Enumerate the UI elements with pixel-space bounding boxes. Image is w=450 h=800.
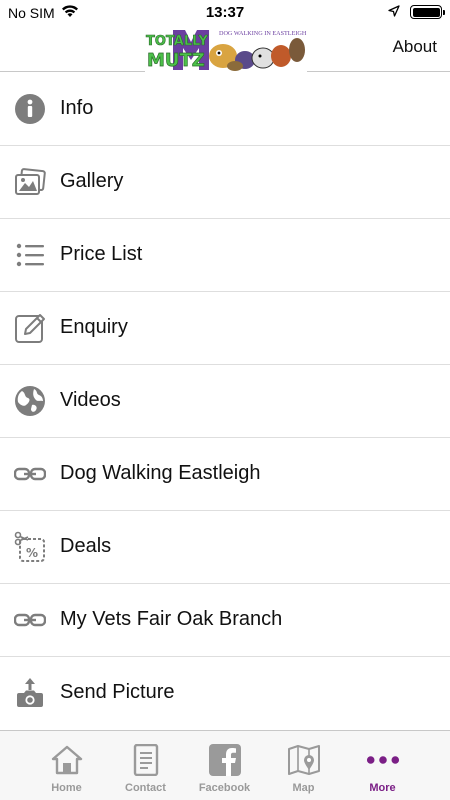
logo-tagline: DOG WALKING IN EASTLEIGH bbox=[219, 30, 307, 37]
tab-home[interactable]: Home bbox=[27, 731, 106, 800]
edit-icon bbox=[14, 312, 46, 344]
link-icon bbox=[14, 458, 46, 490]
status-left: No SIM bbox=[8, 4, 79, 21]
status-right bbox=[388, 4, 445, 20]
menu-item-price-list[interactable]: Price List bbox=[0, 219, 450, 292]
tab-bar: Home Contact Facebook Map More bbox=[0, 730, 450, 800]
home-icon bbox=[50, 743, 84, 777]
menu-item-enquiry[interactable]: Enquiry bbox=[0, 292, 450, 365]
more-icon bbox=[366, 743, 400, 777]
tab-more[interactable]: More bbox=[343, 731, 422, 800]
tab-label: Facebook bbox=[198, 782, 251, 794]
tab-label: Home bbox=[51, 782, 82, 794]
tab-label: Map bbox=[292, 782, 315, 794]
menu-item-label: Price List bbox=[60, 243, 143, 265]
menu-item-label: Gallery bbox=[60, 170, 124, 192]
map-icon bbox=[287, 743, 321, 777]
battery-icon bbox=[410, 5, 445, 19]
menu-item-label: Send Picture bbox=[60, 681, 175, 703]
list-icon bbox=[14, 239, 46, 271]
carrier-label: No SIM bbox=[8, 4, 55, 21]
menu-item-my-vets-fair-oak[interactable]: My Vets Fair Oak Branch bbox=[0, 584, 450, 657]
menu-item-label: Dog Walking Eastleigh bbox=[60, 462, 261, 484]
status-bar: No SIM 13:37 bbox=[0, 0, 450, 24]
wifi-icon bbox=[61, 4, 79, 21]
menu-item-dog-walking-eastleigh[interactable]: Dog Walking Eastleigh bbox=[0, 438, 450, 511]
logo-text-bottom: MUTZ bbox=[147, 50, 205, 71]
menu-item-label: My Vets Fair Oak Branch bbox=[60, 608, 283, 630]
tab-facebook[interactable]: Facebook bbox=[185, 731, 264, 800]
tab-label: More bbox=[369, 782, 396, 794]
tab-map[interactable]: Map bbox=[264, 731, 343, 800]
location-arrow-icon bbox=[388, 4, 400, 20]
menu-item-videos[interactable]: Videos bbox=[0, 365, 450, 438]
menu-item-label: Info bbox=[60, 97, 94, 119]
gallery-icon bbox=[14, 166, 46, 198]
facebook-icon bbox=[208, 743, 242, 777]
tab-label: Contact bbox=[125, 782, 166, 794]
nav-bar: DOG WALKING IN EASTLEIGH TOTALLY MUTZ Ab… bbox=[0, 24, 450, 72]
menu-item-label: Videos bbox=[60, 389, 121, 411]
svg-text:%: % bbox=[26, 546, 38, 560]
coupon-icon: % bbox=[14, 531, 46, 563]
tab-group: Home Contact Facebook Map More bbox=[27, 731, 422, 800]
camera-upload-icon bbox=[14, 677, 46, 709]
logo-text-top: TOTALLY bbox=[146, 34, 208, 49]
menu-item-gallery[interactable]: Gallery bbox=[0, 146, 450, 219]
menu-item-send-picture[interactable]: Send Picture bbox=[0, 657, 450, 730]
tab-contact[interactable]: Contact bbox=[106, 731, 185, 800]
contact-icon bbox=[129, 743, 163, 777]
menu-item-label: Deals bbox=[60, 535, 112, 557]
info-icon bbox=[14, 93, 46, 125]
app-logo: DOG WALKING IN EASTLEIGH TOTALLY MUTZ bbox=[145, 26, 307, 72]
menu-item-info[interactable]: Info bbox=[0, 73, 450, 146]
link-icon bbox=[14, 604, 46, 636]
more-menu-list: Info Gallery Price List Enquiry Videos D… bbox=[0, 73, 450, 730]
menu-item-deals[interactable]: % Deals bbox=[0, 511, 450, 584]
about-button[interactable]: About bbox=[393, 37, 437, 57]
menu-item-label: Enquiry bbox=[60, 316, 128, 338]
globe-icon bbox=[14, 385, 46, 417]
